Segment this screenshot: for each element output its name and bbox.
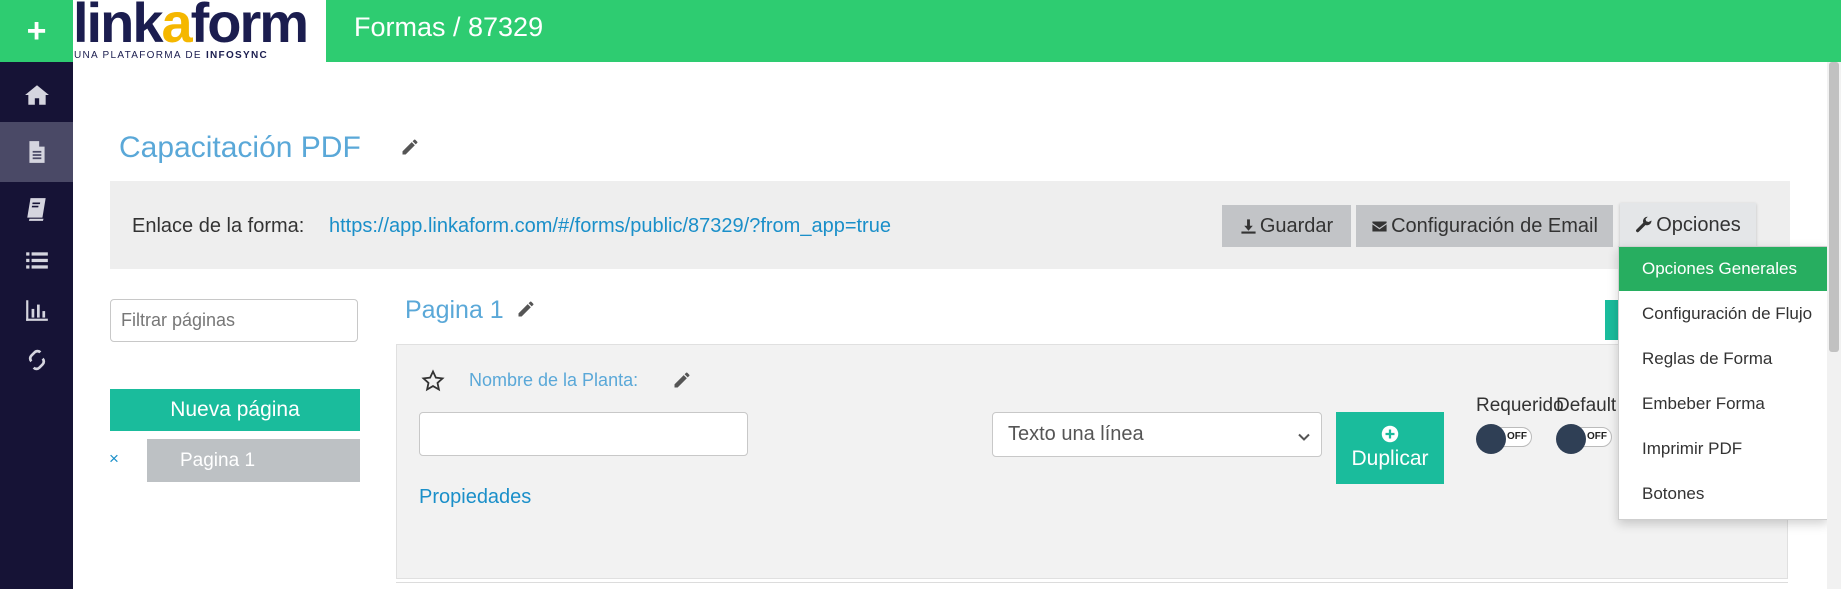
sidebar — [0, 62, 73, 589]
menu-item-flow-config[interactable]: Configuración de Flujo — [1619, 292, 1827, 336]
wrench-icon — [1636, 216, 1652, 233]
page-scrollbar[interactable] — [1827, 62, 1841, 589]
save-button[interactable]: Guardar — [1222, 205, 1351, 247]
edit-page-pencil-icon[interactable] — [516, 299, 536, 319]
menu-item-buttons[interactable]: Botones — [1619, 472, 1827, 516]
download-icon — [1241, 218, 1256, 234]
toggle-knob — [1556, 424, 1586, 454]
page-heading: Pagina 1 — [405, 296, 504, 324]
top-bar: + linkaform UNA PLATAFORMA DE INFOSYNC F… — [0, 0, 1841, 62]
default-toggle-state: OFF — [1587, 431, 1607, 442]
edit-title-pencil-icon[interactable] — [400, 137, 420, 157]
options-dropdown-menu: Opciones Generales Configuración de Fluj… — [1618, 246, 1828, 520]
plus-circle-icon — [1381, 425, 1399, 443]
default-toggle[interactable]: OFF — [1556, 424, 1614, 454]
document-icon — [28, 141, 45, 163]
required-toggle-state: OFF — [1507, 431, 1527, 442]
field-value-input[interactable] — [419, 412, 748, 456]
duplicate-button-label: Duplicar — [1351, 447, 1429, 470]
sidebar-item-catalogs[interactable] — [0, 179, 73, 239]
email-config-button[interactable]: Configuración de Email — [1356, 205, 1613, 247]
chevron-down-icon — [1297, 427, 1311, 441]
required-toggle[interactable]: OFF — [1476, 424, 1534, 454]
menu-item-general-options[interactable]: Opciones Generales — [1619, 247, 1827, 291]
form-public-link[interactable]: https://app.linkaform.com/#/forms/public… — [329, 215, 891, 238]
bar-chart-icon — [25, 300, 48, 321]
sidebar-item-forms[interactable] — [0, 122, 73, 182]
form-title: Capacitación PDF — [119, 131, 361, 164]
new-page-button[interactable]: Nueva página — [110, 389, 360, 431]
add-button[interactable]: + — [0, 0, 73, 62]
sidebar-item-home[interactable] — [0, 65, 73, 125]
home-icon — [24, 85, 49, 105]
link-icon — [28, 349, 45, 371]
options-button[interactable]: Opciones — [1620, 203, 1756, 247]
options-button-label: Opciones — [1656, 213, 1741, 236]
form-link-bar: Enlace de la forma: https://app.linkafor… — [110, 181, 1790, 269]
menu-item-form-rules[interactable]: Reglas de Forma — [1619, 337, 1827, 381]
breadcrumb: Formas / 87329 — [354, 12, 544, 42]
star-icon[interactable] — [421, 369, 445, 393]
save-button-label: Guardar — [1259, 214, 1334, 237]
duplicate-button[interactable]: Duplicar — [1336, 412, 1444, 484]
edit-field-pencil-icon[interactable] — [672, 370, 692, 390]
remove-page-icon[interactable]: × — [109, 449, 119, 469]
menu-item-print-pdf[interactable]: Imprimir PDF — [1619, 427, 1827, 471]
logo-wordmark: linkaform — [73, 0, 309, 54]
field-type-selected-value: Texto una línea — [1008, 423, 1144, 445]
email-config-button-label: Configuración de Email — [1391, 214, 1598, 237]
book-icon — [26, 198, 46, 221]
field-type-select[interactable]: Texto una línea — [992, 412, 1322, 457]
menu-item-embed-form[interactable]: Embeber Forma — [1619, 382, 1827, 426]
list-icon — [25, 252, 48, 269]
filter-pages-input[interactable] — [110, 299, 358, 342]
default-label: Default — [1556, 395, 1617, 416]
envelope-icon — [1372, 221, 1387, 231]
scrollbar-thumb[interactable] — [1829, 62, 1839, 352]
page-list-item[interactable]: Pagina 1 — [147, 439, 360, 482]
required-label: Requerido — [1476, 395, 1564, 416]
sidebar-item-connections[interactable] — [0, 330, 73, 390]
logo-tagline: UNA PLATAFORMA DE INFOSYNC — [74, 50, 269, 61]
logo[interactable]: linkaform UNA PLATAFORMA DE INFOSYNC — [73, 0, 326, 62]
form-link-label: Enlace de la forma: — [132, 215, 305, 237]
toggle-knob — [1476, 424, 1506, 454]
field-label: Nombre de la Planta: — [469, 370, 639, 390]
properties-link[interactable]: Propiedades — [419, 486, 531, 509]
